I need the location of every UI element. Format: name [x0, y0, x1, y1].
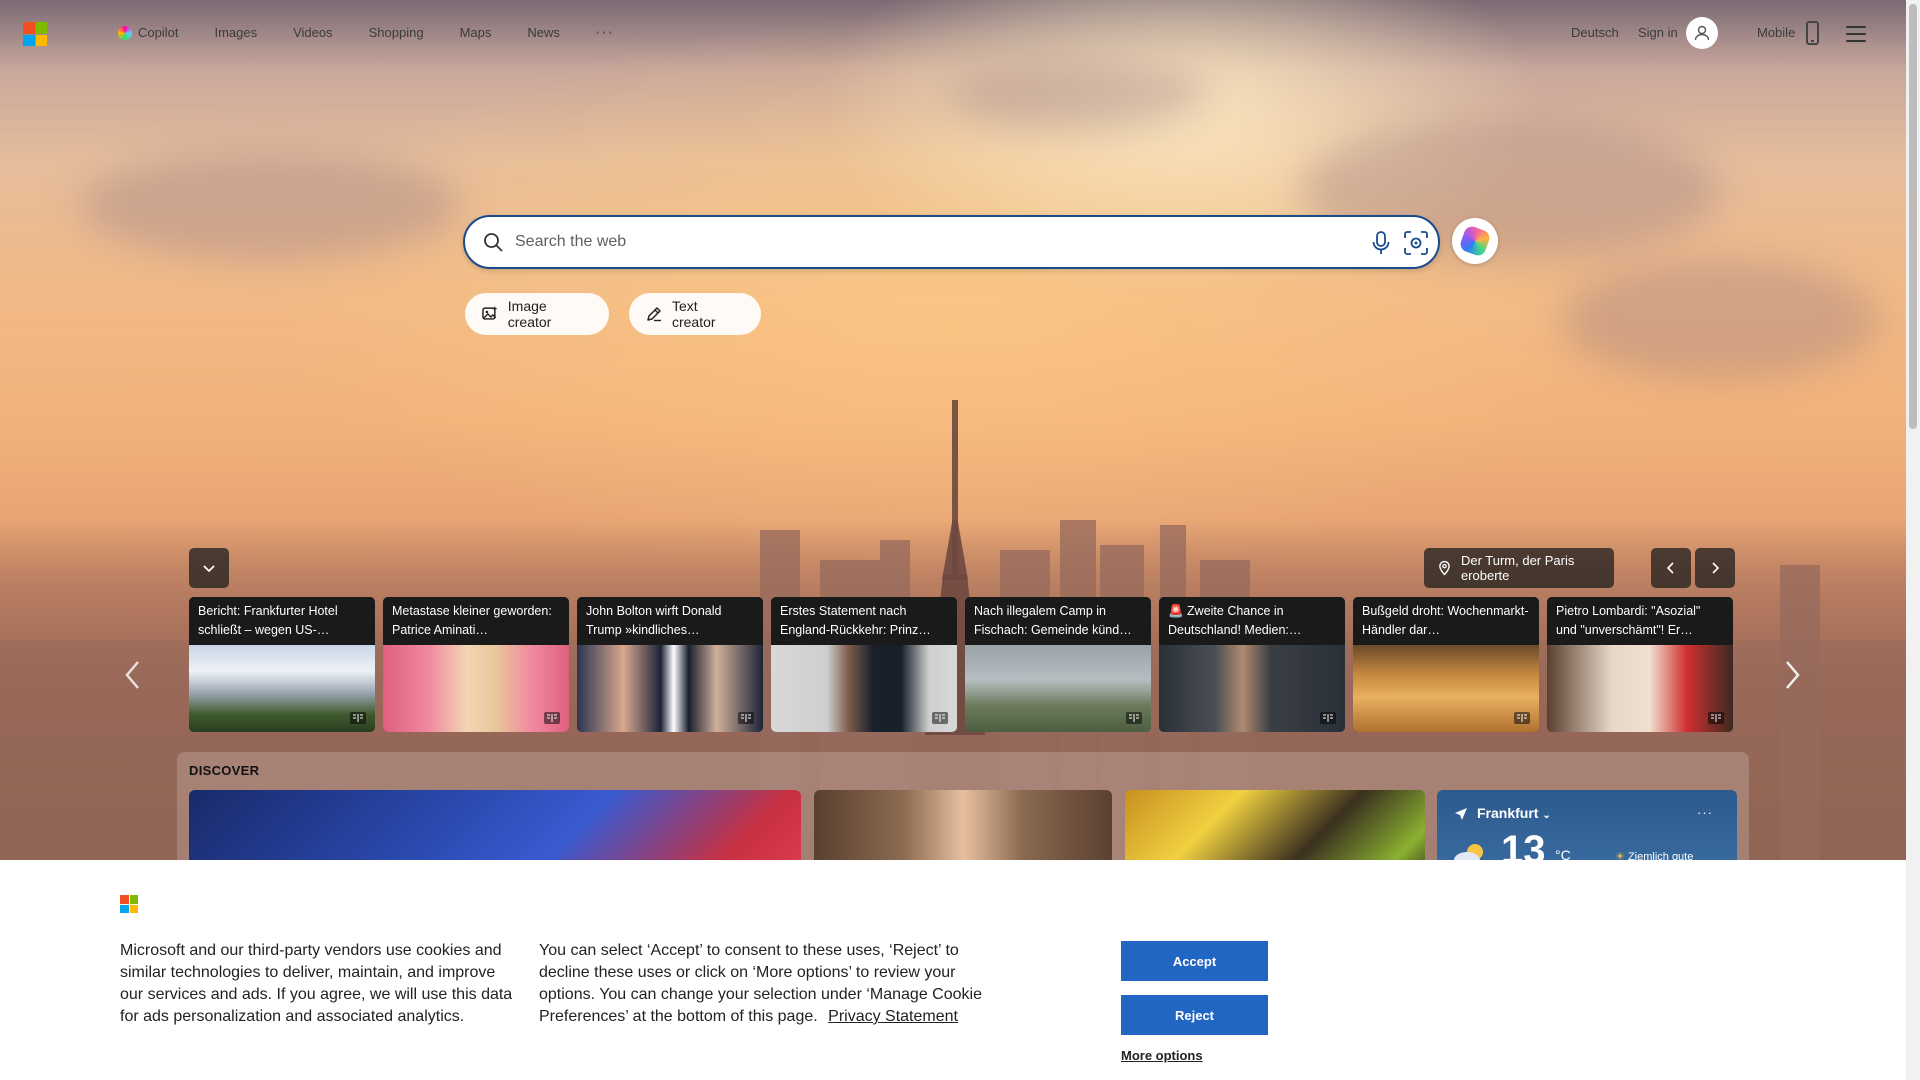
- news-card[interactable]: 🚨 Zweite Chance in Deutschland! Medien:…: [1159, 597, 1345, 732]
- location-pin-icon: [1439, 560, 1450, 576]
- weather-more-button[interactable]: ···: [1697, 805, 1713, 820]
- nav-news[interactable]: News: [527, 25, 560, 40]
- cookie-banner: Microsoft and our third-party vendors us…: [0, 860, 1906, 1080]
- microsoft-logo[interactable]: [23, 22, 47, 46]
- mobile-link[interactable]: Mobile: [1757, 25, 1795, 40]
- news-card-title: Erstes Statement nach England-Rückkehr: …: [771, 597, 957, 645]
- visual-search-icon[interactable]: [1403, 230, 1429, 256]
- nav-more-button[interactable]: ···: [596, 25, 615, 40]
- news-card-title: 🚨 Zweite Chance in Deutschland! Medien:…: [1159, 597, 1345, 645]
- news-card[interactable]: Pietro Lombardi: "Asozial" und "unversch…: [1547, 597, 1733, 732]
- article-icon: [1708, 712, 1724, 724]
- article-icon: [932, 712, 948, 724]
- nav-videos[interactable]: Videos: [293, 25, 333, 40]
- article-icon: [738, 712, 754, 724]
- previous-image-button[interactable]: [1651, 548, 1691, 588]
- carousel-next-arrow-icon[interactable]: [1782, 660, 1802, 690]
- next-image-button[interactable]: [1695, 548, 1735, 588]
- text-creator-label: Text creator: [671, 298, 716, 330]
- privacy-statement-link[interactable]: Privacy Statement: [828, 1008, 958, 1025]
- nav-news-label: News: [527, 25, 560, 40]
- copilot-icon: [118, 25, 132, 40]
- nav-links: Copilot Images Videos Shopping Maps News…: [118, 25, 615, 40]
- weather-city[interactable]: Frankfurt ⌄: [1477, 805, 1551, 821]
- nav-maps-label: Maps: [459, 25, 492, 40]
- article-icon: [1514, 712, 1530, 724]
- signin-link[interactable]: Sign in: [1638, 25, 1678, 40]
- article-icon: [1126, 712, 1142, 724]
- reject-button[interactable]: Reject: [1121, 995, 1268, 1035]
- news-card-image: [965, 645, 1151, 732]
- news-card-title: Bußgeld droht: Wochenmarkt-Händler dar…: [1353, 597, 1539, 645]
- discover-heading: DISCOVER: [189, 763, 260, 778]
- news-card-title: Bericht: Frankfurter Hotel schließt – we…: [189, 597, 375, 645]
- weather-city-label: Frankfurt: [1477, 805, 1539, 821]
- chevron-left-icon: [1666, 562, 1674, 574]
- page-scrollbar[interactable]: [1906, 0, 1920, 1080]
- news-card[interactable]: Metastase kleiner geworden: Patrice Amin…: [383, 597, 569, 732]
- search-input[interactable]: [515, 227, 1315, 257]
- accept-button[interactable]: Accept: [1121, 941, 1268, 981]
- image-creator-button[interactable]: Image creator: [465, 293, 609, 335]
- cookie-description: Microsoft and our third-party vendors us…: [120, 942, 513, 1025]
- news-card[interactable]: John Bolton wirft Donald Trump »kindlich…: [577, 597, 763, 732]
- image-info-label: Der Turm, der Paris eroberte: [1460, 553, 1575, 583]
- news-carousel: Bericht: Frankfurter Hotel schließt – we…: [189, 597, 1733, 732]
- nav-videos-label: Videos: [293, 25, 333, 40]
- nav-shopping-label: Shopping: [368, 25, 424, 40]
- news-card[interactable]: Bußgeld droht: Wochenmarkt-Händler dar…: [1353, 597, 1539, 732]
- collapse-news-button[interactable]: [189, 548, 229, 588]
- user-avatar-icon[interactable]: [1686, 17, 1718, 49]
- news-card[interactable]: Nach illegalem Camp in Fischach: Gemeind…: [965, 597, 1151, 732]
- top-navigation: Copilot Images Videos Shopping Maps News…: [0, 0, 1906, 66]
- language-link[interactable]: Deutsch: [1571, 25, 1619, 40]
- text-creator-button[interactable]: Text creator: [629, 293, 761, 335]
- news-card-title: Pietro Lombardi: "Asozial" und "unversch…: [1547, 597, 1733, 645]
- menu-icon[interactable]: [1846, 26, 1866, 42]
- nav-images[interactable]: Images: [214, 25, 257, 40]
- image-info-chip[interactable]: Der Turm, der Paris eroberte: [1424, 548, 1614, 588]
- copilot-button[interactable]: [1452, 218, 1498, 264]
- article-icon: [350, 712, 366, 724]
- news-card-image: [577, 645, 763, 732]
- news-card-title: John Bolton wirft Donald Trump »kindlich…: [577, 597, 763, 645]
- text-creator-icon: [647, 307, 661, 322]
- search-icon: [484, 233, 503, 252]
- news-card[interactable]: Erstes Statement nach England-Rückkehr: …: [771, 597, 957, 732]
- news-card-image: [771, 645, 957, 732]
- image-creator-label: Image creator: [507, 298, 552, 330]
- nav-shopping[interactable]: Shopping: [369, 25, 424, 40]
- scrollbar-thumb[interactable]: [1909, 4, 1917, 429]
- nav-images-label: Images: [214, 25, 258, 40]
- nav-copilot[interactable]: Copilot: [118, 25, 178, 40]
- news-card-image: [383, 645, 569, 732]
- carousel-prev-arrow-icon[interactable]: [123, 660, 143, 690]
- chevron-down-icon: ⌄: [1542, 810, 1551, 821]
- news-card-image: [1159, 645, 1345, 732]
- chevron-right-icon: [1712, 562, 1720, 574]
- news-card-image: [1547, 645, 1733, 732]
- microsoft-logo: [120, 895, 138, 913]
- more-options-link[interactable]: More options: [1121, 1048, 1203, 1063]
- chevron-down-icon: [203, 565, 215, 573]
- nav-copilot-label: Copilot: [138, 25, 179, 40]
- search-box[interactable]: [463, 215, 1440, 269]
- news-card[interactable]: Bericht: Frankfurter Hotel schließt – we…: [189, 597, 375, 732]
- article-icon: [544, 712, 560, 724]
- phone-icon[interactable]: [1806, 21, 1819, 45]
- news-card-image: [189, 645, 375, 732]
- location-arrow-icon: [1455, 808, 1467, 820]
- cookie-options-text: You can select ‘Accept’ to consent to th…: [539, 940, 999, 1028]
- news-card-title: Metastase kleiner geworden: Patrice Amin…: [383, 597, 569, 645]
- image-creator-icon: [482, 306, 498, 320]
- news-card-title: Nach illegalem Camp in Fischach: Gemeind…: [965, 597, 1151, 645]
- article-icon: [1320, 712, 1336, 724]
- copilot-icon: [1458, 224, 1492, 258]
- news-card-image: [1353, 645, 1539, 732]
- microphone-icon[interactable]: [1369, 230, 1393, 256]
- nav-maps[interactable]: Maps: [460, 25, 492, 40]
